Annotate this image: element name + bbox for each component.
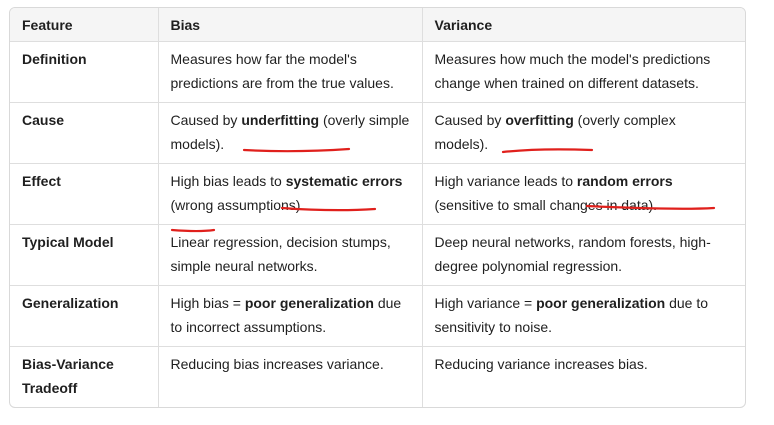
variance-cell: Caused by overfitting (overly complex mo… xyxy=(422,102,745,164)
feature-cell: Effect xyxy=(10,163,159,225)
bias-cell: Reducing bias increases variance. xyxy=(158,346,423,407)
cell-text: Linear regression, decision stumps, simp… xyxy=(170,234,391,274)
header-variance: Variance xyxy=(422,8,745,42)
bias-cell: Measures how far the model's predictions… xyxy=(158,41,423,103)
cell-text: Caused by xyxy=(170,112,242,128)
bold-term: underfitting xyxy=(241,112,320,128)
feature-cell: Typical Model xyxy=(10,224,159,286)
variance-cell: High variance leads to random errors (se… xyxy=(422,163,745,225)
feature-cell: Cause xyxy=(10,102,159,164)
bold-term: poor generalization xyxy=(244,295,374,311)
bias-cell: Linear regression, decision stumps, simp… xyxy=(158,224,423,286)
variance-cell: Measures how much the model's prediction… xyxy=(422,41,745,103)
table-row: Bias-Variance Tradeoff Reducing bias incr… xyxy=(10,346,745,408)
cell-text: High bias leads to xyxy=(170,173,286,189)
bias-cell: High bias = poor generalization due to i… xyxy=(158,285,423,347)
table-row: Generalization High bias = poor generaliz… xyxy=(10,285,745,347)
variance-cell: Reducing variance increases bias. xyxy=(422,347,745,408)
cell-text: Reducing bias increases variance. xyxy=(170,356,384,372)
variance-cell: Deep neural networks, random forests, hi… xyxy=(422,224,745,286)
cell-text: (sensitive to small changes in data). xyxy=(434,197,658,213)
bias-variance-table: Feature Bias Variance Definition Measures… xyxy=(10,8,745,407)
bold-term: systematic errors xyxy=(285,173,403,189)
cell-text: High bias = xyxy=(170,295,245,311)
comparison-table-container: Feature Bias Variance Definition Measures… xyxy=(9,7,746,408)
cell-text: High variance leads to xyxy=(434,173,577,189)
cell-text: Measures how far the model's predictions… xyxy=(170,51,394,91)
table-row: Definition Measures how far the model's p… xyxy=(10,41,745,103)
cell-text: High variance = xyxy=(434,295,537,311)
feature-cell: Definition xyxy=(10,41,159,103)
bold-term: poor generalization xyxy=(536,295,666,311)
table-row: Cause Caused by underfitting (overly simp… xyxy=(10,102,745,164)
cell-text: Deep neural networks, random forests, hi… xyxy=(434,234,711,274)
cell-text: Caused by xyxy=(434,112,506,128)
table-body: Definition Measures how far the model's p… xyxy=(10,41,745,408)
header-bias: Bias xyxy=(158,8,423,42)
cell-text: Reducing variance increases bias. xyxy=(434,356,648,372)
bold-term: random errors xyxy=(576,173,673,189)
header-feature: Feature xyxy=(10,8,159,42)
cell-text: Measures how much the model's prediction… xyxy=(434,51,711,91)
table-row: Typical Model Linear regression, decision… xyxy=(10,224,745,286)
feature-cell: Generalization xyxy=(10,285,159,347)
bold-term: overfitting xyxy=(505,112,574,128)
table-row: Effect High bias leads to systematic erro… xyxy=(10,163,745,225)
cell-text: (wrong assumptions). xyxy=(170,197,305,213)
table-header-row: Feature Bias Variance xyxy=(10,8,745,42)
bias-cell: High bias leads to systematic errors (wr… xyxy=(158,163,423,225)
feature-cell: Bias-Variance Tradeoff xyxy=(10,346,159,407)
variance-cell: High variance = poor generalization due … xyxy=(422,285,745,347)
bias-cell: Caused by underfitting (overly simple mo… xyxy=(158,102,423,164)
